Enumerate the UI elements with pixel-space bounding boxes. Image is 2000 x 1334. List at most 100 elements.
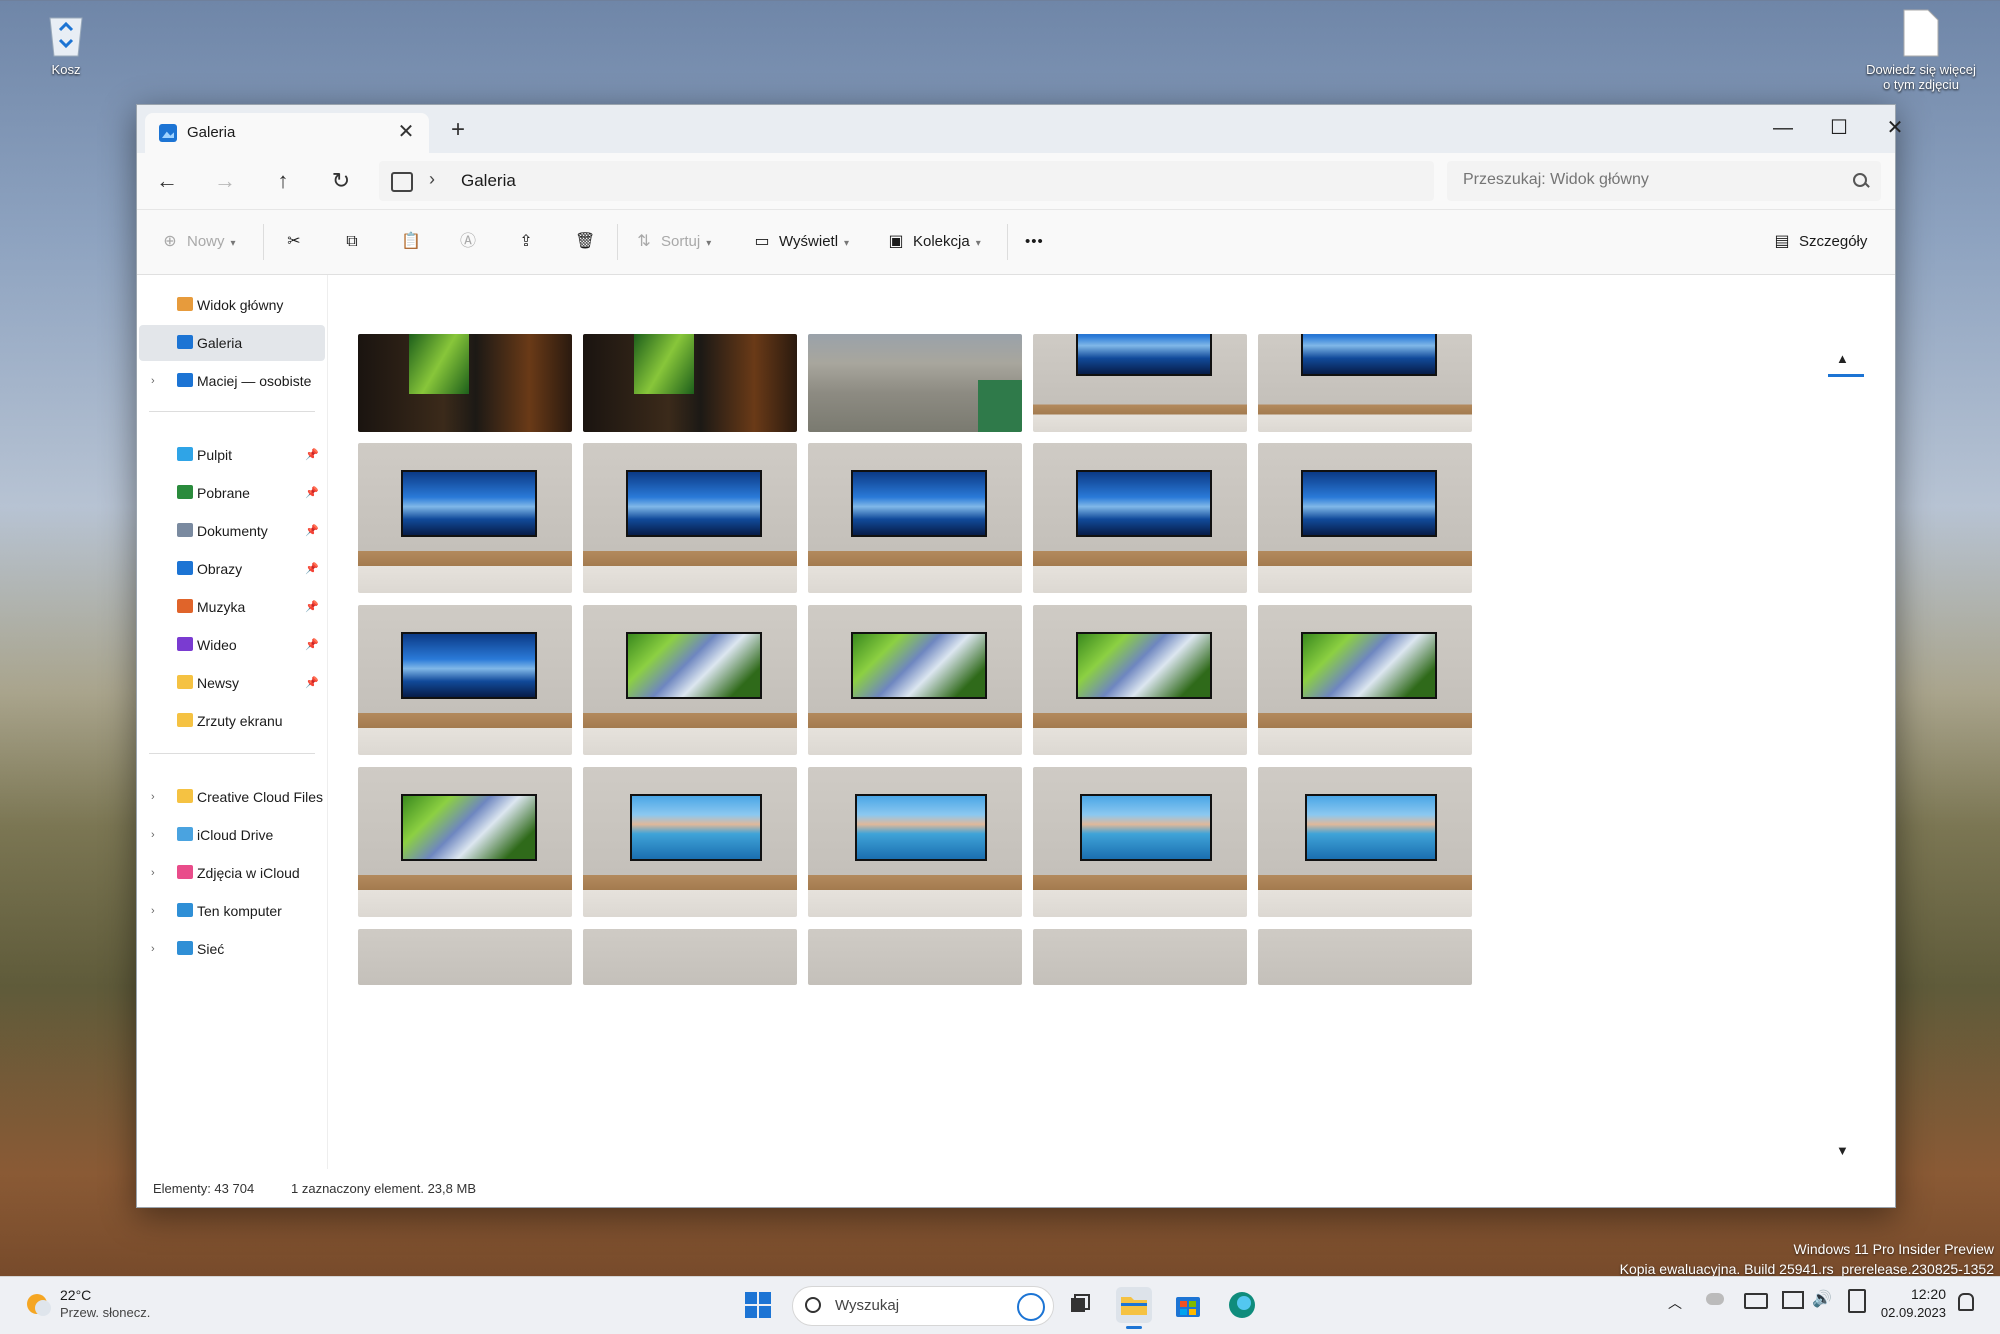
sidebar-item-computer[interactable]: › Ten komputer <box>139 893 325 929</box>
search-box[interactable] <box>1447 161 1881 201</box>
sidebar-item-label: iCloud Drive <box>197 827 274 843</box>
sidebar-item-folder[interactable]: Zrzuty ekranu <box>139 703 325 739</box>
taskbar-search[interactable]: Wyszukaj <box>792 1286 1054 1326</box>
gallery-thumbnail[interactable] <box>808 334 1022 432</box>
scroll-down-arrow[interactable]: ▼ <box>1836 1143 1849 1158</box>
battery-icon[interactable] <box>1848 1289 1866 1313</box>
gallery-thumbnail[interactable] <box>808 929 1022 985</box>
sidebar-item-icloud-photos[interactable]: › Zdjęcia w iCloud <box>139 855 325 891</box>
gallery-thumbnail[interactable] <box>808 605 1022 755</box>
gallery-view[interactable]: ▲ ▼ <box>328 275 1894 1169</box>
chevron-right-icon[interactable]: › <box>151 779 155 815</box>
collection-button[interactable]: ▣ Kolekcja ▾ <box>887 226 980 258</box>
gallery-thumbnail[interactable] <box>358 605 572 755</box>
maximize-button[interactable]: ☐ <box>1811 105 1867 153</box>
onedrive-tray-icon[interactable] <box>1706 1293 1724 1305</box>
gallery-thumbnail[interactable] <box>1258 929 1472 985</box>
chevron-right-icon[interactable]: › <box>151 893 155 929</box>
gallery-thumbnail[interactable] <box>1033 929 1247 985</box>
search-input[interactable] <box>1461 170 1845 190</box>
tab-gallery[interactable]: Galeria ✕ <box>145 113 429 153</box>
minimize-button[interactable]: — <box>1755 105 1811 153</box>
gallery-thumbnail[interactable] <box>583 334 797 432</box>
cut-button[interactable]: ✂ <box>285 226 311 258</box>
sidebar-item-documents[interactable]: Dokumenty 📌 <box>139 513 325 549</box>
search-icon[interactable] <box>1853 173 1867 187</box>
clock-time[interactable]: 12:20 <box>1910 1286 1946 1302</box>
close-tab-icon[interactable]: ✕ <box>393 119 419 145</box>
sidebar-item-network[interactable]: › Sieć <box>139 931 325 967</box>
gallery-thumbnail[interactable] <box>358 767 572 917</box>
gallery-thumbnail[interactable] <box>1033 334 1247 432</box>
gallery-thumbnail[interactable] <box>583 605 797 755</box>
sidebar-item-video[interactable]: Wideo 📌 <box>139 627 325 663</box>
temperature[interactable]: 22°C <box>60 1287 91 1303</box>
gallery-thumbnail[interactable] <box>1033 767 1247 917</box>
gallery-thumbnail[interactable] <box>1258 334 1472 432</box>
sidebar-item-gallery[interactable]: Galeria <box>139 325 325 361</box>
gallery-thumbnail[interactable] <box>358 334 572 432</box>
paste-button[interactable]: 📋 <box>401 226 427 258</box>
sidebar-item-folder[interactable]: Newsy 📌 <box>139 665 325 701</box>
gallery-thumbnail[interactable] <box>358 443 572 593</box>
file-explorer-taskbar-button[interactable] <box>1116 1287 1152 1329</box>
breadcrumb-gallery[interactable]: Galeria <box>461 171 516 191</box>
gallery-thumbnail[interactable] <box>1258 767 1472 917</box>
delete-button[interactable]: 🗑 <box>575 226 601 258</box>
task-view-button[interactable] <box>1062 1287 1098 1323</box>
sidebar-item-desktop-folder[interactable]: Pulpit 📌 <box>139 437 325 473</box>
sidebar-item-home[interactable]: Widok główny <box>139 287 325 323</box>
sort-button[interactable]: ⇅ Sortuj ▾ <box>635 226 711 258</box>
gallery-thumbnail[interactable] <box>583 443 797 593</box>
chevron-right-icon[interactable]: › <box>151 363 155 399</box>
chevron-right-icon[interactable]: › <box>151 855 155 891</box>
weather-text[interactable]: Przew. słonecz. <box>60 1305 150 1320</box>
scroll-position-indicator[interactable] <box>1828 374 1864 377</box>
sidebar-item-download[interactable]: Pobrane 📌 <box>139 475 325 511</box>
breadcrumb[interactable]: › Galeria <box>379 161 1434 201</box>
learn-more-shortcut[interactable]: Dowiedz się więcej o tym zdjęciu <box>1848 8 1994 92</box>
gallery-thumbnail[interactable] <box>583 767 797 917</box>
details-pane-button[interactable]: ▤ Szczegóły <box>1773 226 1867 258</box>
keyboard-icon[interactable] <box>1744 1293 1768 1309</box>
notification-bell-icon[interactable] <box>1958 1293 1974 1311</box>
sidebar-item-creative-cloud[interactable]: › Creative Cloud Files <box>139 779 325 815</box>
show-hidden-icons-button[interactable]: ︿ <box>1668 1293 1682 1313</box>
store-button[interactable] <box>1170 1287 1206 1323</box>
gallery-thumbnail[interactable] <box>1033 605 1247 755</box>
refresh-button[interactable]: ↻ <box>325 165 357 197</box>
chevron-right-icon[interactable]: › <box>151 817 155 853</box>
more-options-button[interactable]: ••• <box>1025 226 1044 258</box>
copy-button[interactable]: ⧉ <box>343 226 369 258</box>
gallery-thumbnail[interactable] <box>1258 605 1472 755</box>
gallery-thumbnail[interactable] <box>583 929 797 985</box>
gallery-thumbnail[interactable] <box>1258 443 1472 593</box>
new-button[interactable]: ⊕ Nowy ▾ <box>161 226 235 258</box>
start-button[interactable] <box>740 1287 776 1323</box>
new-label: Nowy <box>187 233 225 250</box>
gallery-thumbnail[interactable] <box>358 929 572 985</box>
share-button[interactable]: ⇪ <box>517 226 543 258</box>
new-tab-button[interactable]: + <box>443 115 473 145</box>
forward-button[interactable]: → <box>209 165 241 197</box>
view-button[interactable]: ▭ Wyświetl ▾ <box>753 226 849 258</box>
gallery-thumbnail[interactable] <box>808 767 1022 917</box>
sidebar-item-pictures[interactable]: Obrazy 📌 <box>139 551 325 587</box>
gallery-thumbnail[interactable] <box>1033 443 1247 593</box>
sidebar-item-music[interactable]: Muzyka 📌 <box>139 589 325 625</box>
sidebar-item-icloud[interactable]: › iCloud Drive <box>139 817 325 853</box>
weather-widget[interactable] <box>22 1289 52 1319</box>
gallery-thumbnail[interactable] <box>808 443 1022 593</box>
chevron-right-icon[interactable]: › <box>151 931 155 967</box>
back-button[interactable]: ← <box>151 165 183 197</box>
volume-icon[interactable]: 🔊 <box>1812 1289 1832 1309</box>
sidebar-item-onedrive[interactable]: › Maciej — osobiste <box>139 363 325 399</box>
clock-date[interactable]: 02.09.2023 <box>1876 1305 1946 1320</box>
network-tray-icon[interactable] <box>1782 1291 1804 1309</box>
rename-button[interactable]: Ⓐ <box>459 226 485 258</box>
scroll-up-arrow[interactable]: ▲ <box>1836 351 1849 366</box>
close-window-button[interactable]: ✕ <box>1867 105 1923 153</box>
recycle-bin[interactable]: Kosz <box>36 10 96 77</box>
edge-button[interactable] <box>1224 1287 1260 1323</box>
up-button[interactable]: ↑ <box>267 165 299 197</box>
